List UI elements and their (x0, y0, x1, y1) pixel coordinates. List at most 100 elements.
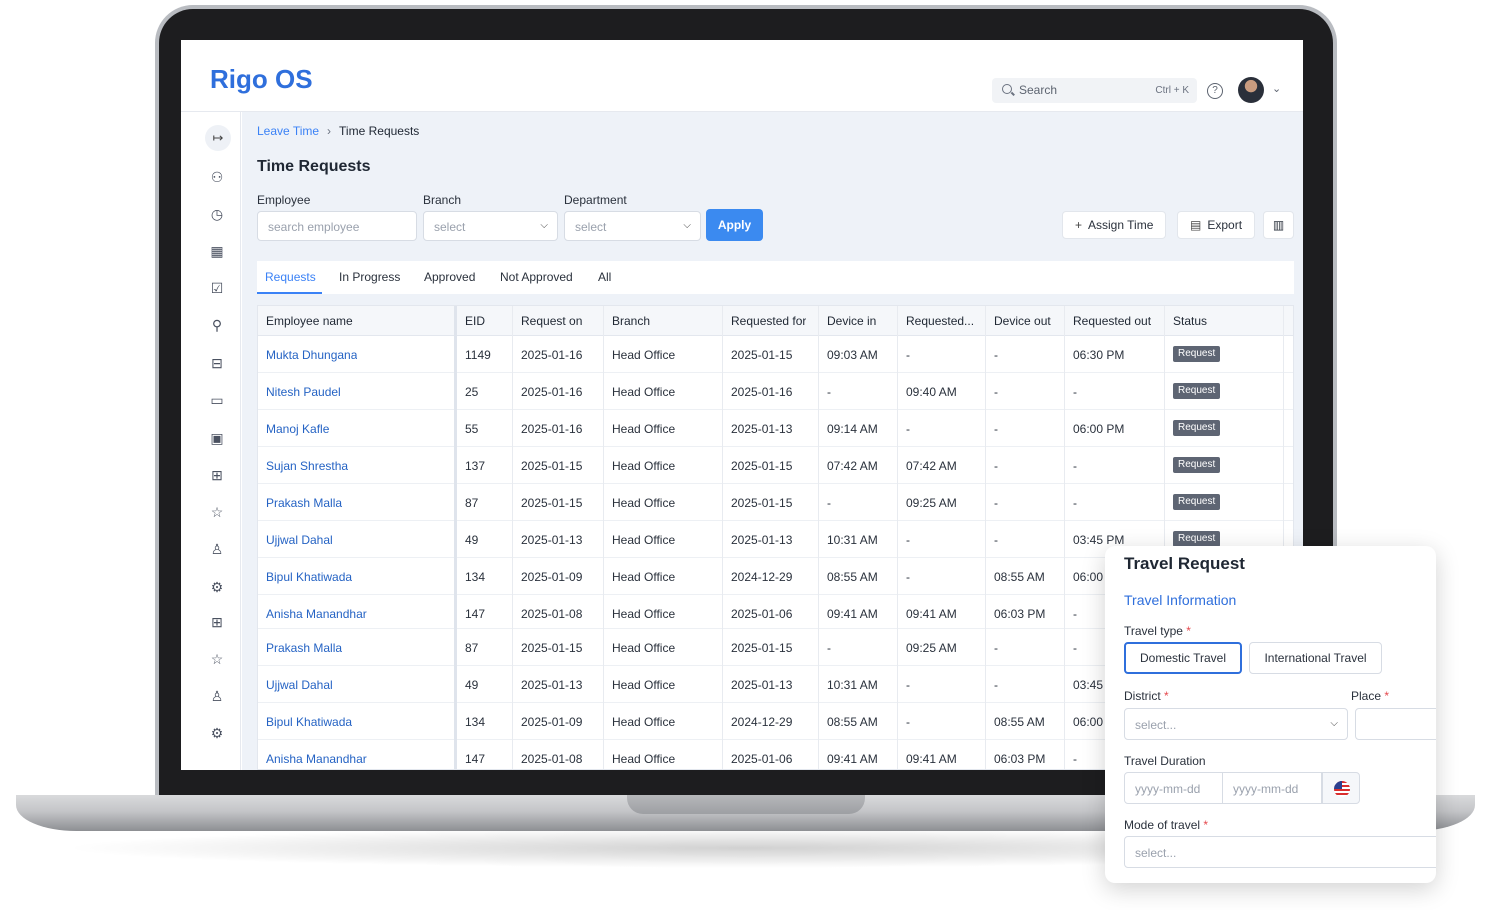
tab-in-progress[interactable]: In Progress (339, 270, 400, 284)
settings-icon[interactable]: ⚙ (209, 725, 225, 741)
breadcrumb-leave-time[interactable]: Leave Time (257, 124, 319, 138)
avatar[interactable] (1238, 77, 1264, 103)
export-button[interactable]: ▤ Export (1177, 211, 1256, 239)
travel-duration-label: Travel Duration (1124, 754, 1206, 768)
column-divider (512, 306, 513, 769)
search-box[interactable]: Search Ctrl + K (992, 78, 1197, 103)
table-row[interactable]: Manoj Kafle 55 2025-01-16 Head Office 2025-0… (258, 410, 1293, 447)
columns-button[interactable]: ▥ (1263, 211, 1294, 239)
assign-time-button[interactable]: + Assign Time (1062, 211, 1167, 239)
tab-all[interactable]: All (598, 270, 611, 284)
table-cell: 09:41 AM (906, 752, 957, 766)
branch-placeholder: select (434, 220, 466, 234)
table-cell: - (906, 348, 910, 362)
table-cell: 06:03 PM (994, 607, 1046, 621)
apply-button[interactable]: Apply (706, 209, 763, 241)
users-icon[interactable]: ⚇ (209, 169, 225, 185)
table-cell: 2025-01-08 (521, 607, 583, 621)
column-header[interactable]: Branch (612, 314, 650, 328)
column-header[interactable]: Device in (827, 314, 876, 328)
column-header[interactable]: EID (465, 314, 485, 328)
table-cell: 87 (465, 496, 479, 510)
tab-approved[interactable]: Approved (424, 270, 475, 284)
status-badge: Request (1173, 494, 1221, 510)
employee-name-link[interactable]: Anisha Manandhar (266, 752, 367, 766)
export-label: Export (1207, 218, 1243, 232)
employee-name-link[interactable]: Ujjwal Dahal (266, 533, 333, 547)
district-placeholder: select... (1135, 718, 1177, 732)
employee-name-link[interactable]: Nitesh Paudel (266, 385, 341, 399)
employee-name-link[interactable]: Bipul Khatiwada (266, 715, 352, 729)
briefcase-icon[interactable]: ⊟ (209, 355, 225, 371)
employee-name-link[interactable]: Anisha Manandhar (266, 607, 367, 621)
table-cell: 10:31 AM (827, 533, 878, 547)
status-badge: Request (1173, 420, 1221, 436)
column-header[interactable]: Employee name (266, 314, 353, 328)
table-cell: Head Office (612, 678, 676, 692)
column-header[interactable]: Status (1173, 314, 1207, 328)
mode-of-travel-select[interactable]: select... (1124, 836, 1436, 868)
employee-name-link[interactable]: Prakash Malla (266, 641, 342, 655)
international-travel-option[interactable]: International Travel (1249, 642, 1382, 674)
calendar-flag-button[interactable] (1322, 772, 1360, 804)
settings-icon[interactable]: ⚙ (209, 579, 225, 595)
column-header[interactable]: Device out (994, 314, 1051, 328)
branch-label: Branch (423, 193, 462, 207)
help-icon[interactable]: ? (1207, 83, 1223, 99)
table-cell: 06:30 PM (1073, 348, 1125, 362)
table-cell: 09:41 AM (827, 607, 878, 621)
tab-requests[interactable]: Requests (265, 270, 316, 284)
star-icon[interactable]: ☆ (209, 504, 225, 520)
place-input[interactable] (1355, 708, 1436, 740)
breadcrumb-separator: › (327, 124, 332, 138)
column-header[interactable]: Requested out (1073, 314, 1151, 328)
status-badge: Request (1173, 383, 1221, 399)
table-cell: - (827, 641, 831, 655)
checklist-icon[interactable]: ☑ (209, 280, 225, 296)
gift-icon[interactable]: ⊞ (209, 467, 225, 483)
column-header[interactable]: Requested... (906, 314, 974, 328)
employee-search-input[interactable]: search employee (257, 211, 417, 241)
table-row[interactable]: Nitesh Paudel 25 2025-01-16 Head Office 2025… (258, 373, 1293, 410)
table-row[interactable]: Mukta Dhungana 1149 2025-01-16 Head Office 2… (258, 336, 1293, 373)
employee-name-link[interactable]: Bipul Khatiwada (266, 570, 352, 584)
branch-select[interactable]: select ⌵ (423, 211, 558, 241)
calendar-clock-icon[interactable]: ◷ (209, 206, 225, 222)
tab-not-approved[interactable]: Not Approved (500, 270, 573, 284)
sidebar-expand-icon[interactable]: ↦ (205, 125, 231, 151)
star-icon[interactable]: ☆ (209, 651, 225, 667)
domestic-travel-option[interactable]: Domestic Travel (1124, 642, 1242, 674)
district-select[interactable]: select... ⌵ (1124, 708, 1348, 740)
table-cell: - (1073, 641, 1077, 655)
table-row[interactable]: Prakash Malla 87 2025-01-15 Head Office 2025… (258, 484, 1293, 521)
department-select[interactable]: select ⌵ (564, 211, 701, 241)
employee-name-link[interactable]: Manoj Kafle (266, 422, 329, 436)
award-icon[interactable]: ♙ (209, 688, 225, 704)
table-cell: Head Office (612, 459, 676, 473)
column-header[interactable]: Requested for (731, 314, 806, 328)
user-search-icon[interactable]: ⚲ (209, 317, 225, 333)
award-icon[interactable]: ♙ (209, 541, 225, 557)
id-card-icon[interactable]: ▭ (209, 392, 225, 408)
department-label: Department (564, 193, 627, 207)
table-cell: Head Office (612, 570, 676, 584)
start-date-input[interactable]: yyyy-mm-dd (1124, 772, 1223, 804)
chevron-down-icon[interactable]: ⌄ (1272, 82, 1281, 95)
end-date-input[interactable]: yyyy-mm-dd (1222, 772, 1322, 804)
table-cell: 2025-01-16 (521, 422, 583, 436)
table-cell: - (994, 385, 998, 399)
employee-name-link[interactable]: Ujjwal Dahal (266, 678, 333, 692)
table-cell: 2025-01-13 (731, 533, 793, 547)
employee-name-link[interactable]: Prakash Malla (266, 496, 342, 510)
calendar-icon[interactable]: ▣ (209, 430, 225, 446)
status-tabs: Requests In Progress Approved Not Approv… (257, 261, 1294, 294)
gift-icon[interactable]: ⊞ (209, 614, 225, 630)
employee-name-link[interactable]: Sujan Shrestha (266, 459, 348, 473)
table-cell: 2025-01-15 (521, 496, 583, 510)
app-logo[interactable]: Rigo OS (210, 64, 313, 95)
grid-icon[interactable]: ▦ (209, 243, 225, 259)
required-mark: * (1384, 689, 1390, 703)
table-row[interactable]: Sujan Shrestha 137 2025-01-15 Head Office 20… (258, 447, 1293, 484)
employee-name-link[interactable]: Mukta Dhungana (266, 348, 357, 362)
column-header[interactable]: Request on (521, 314, 582, 328)
